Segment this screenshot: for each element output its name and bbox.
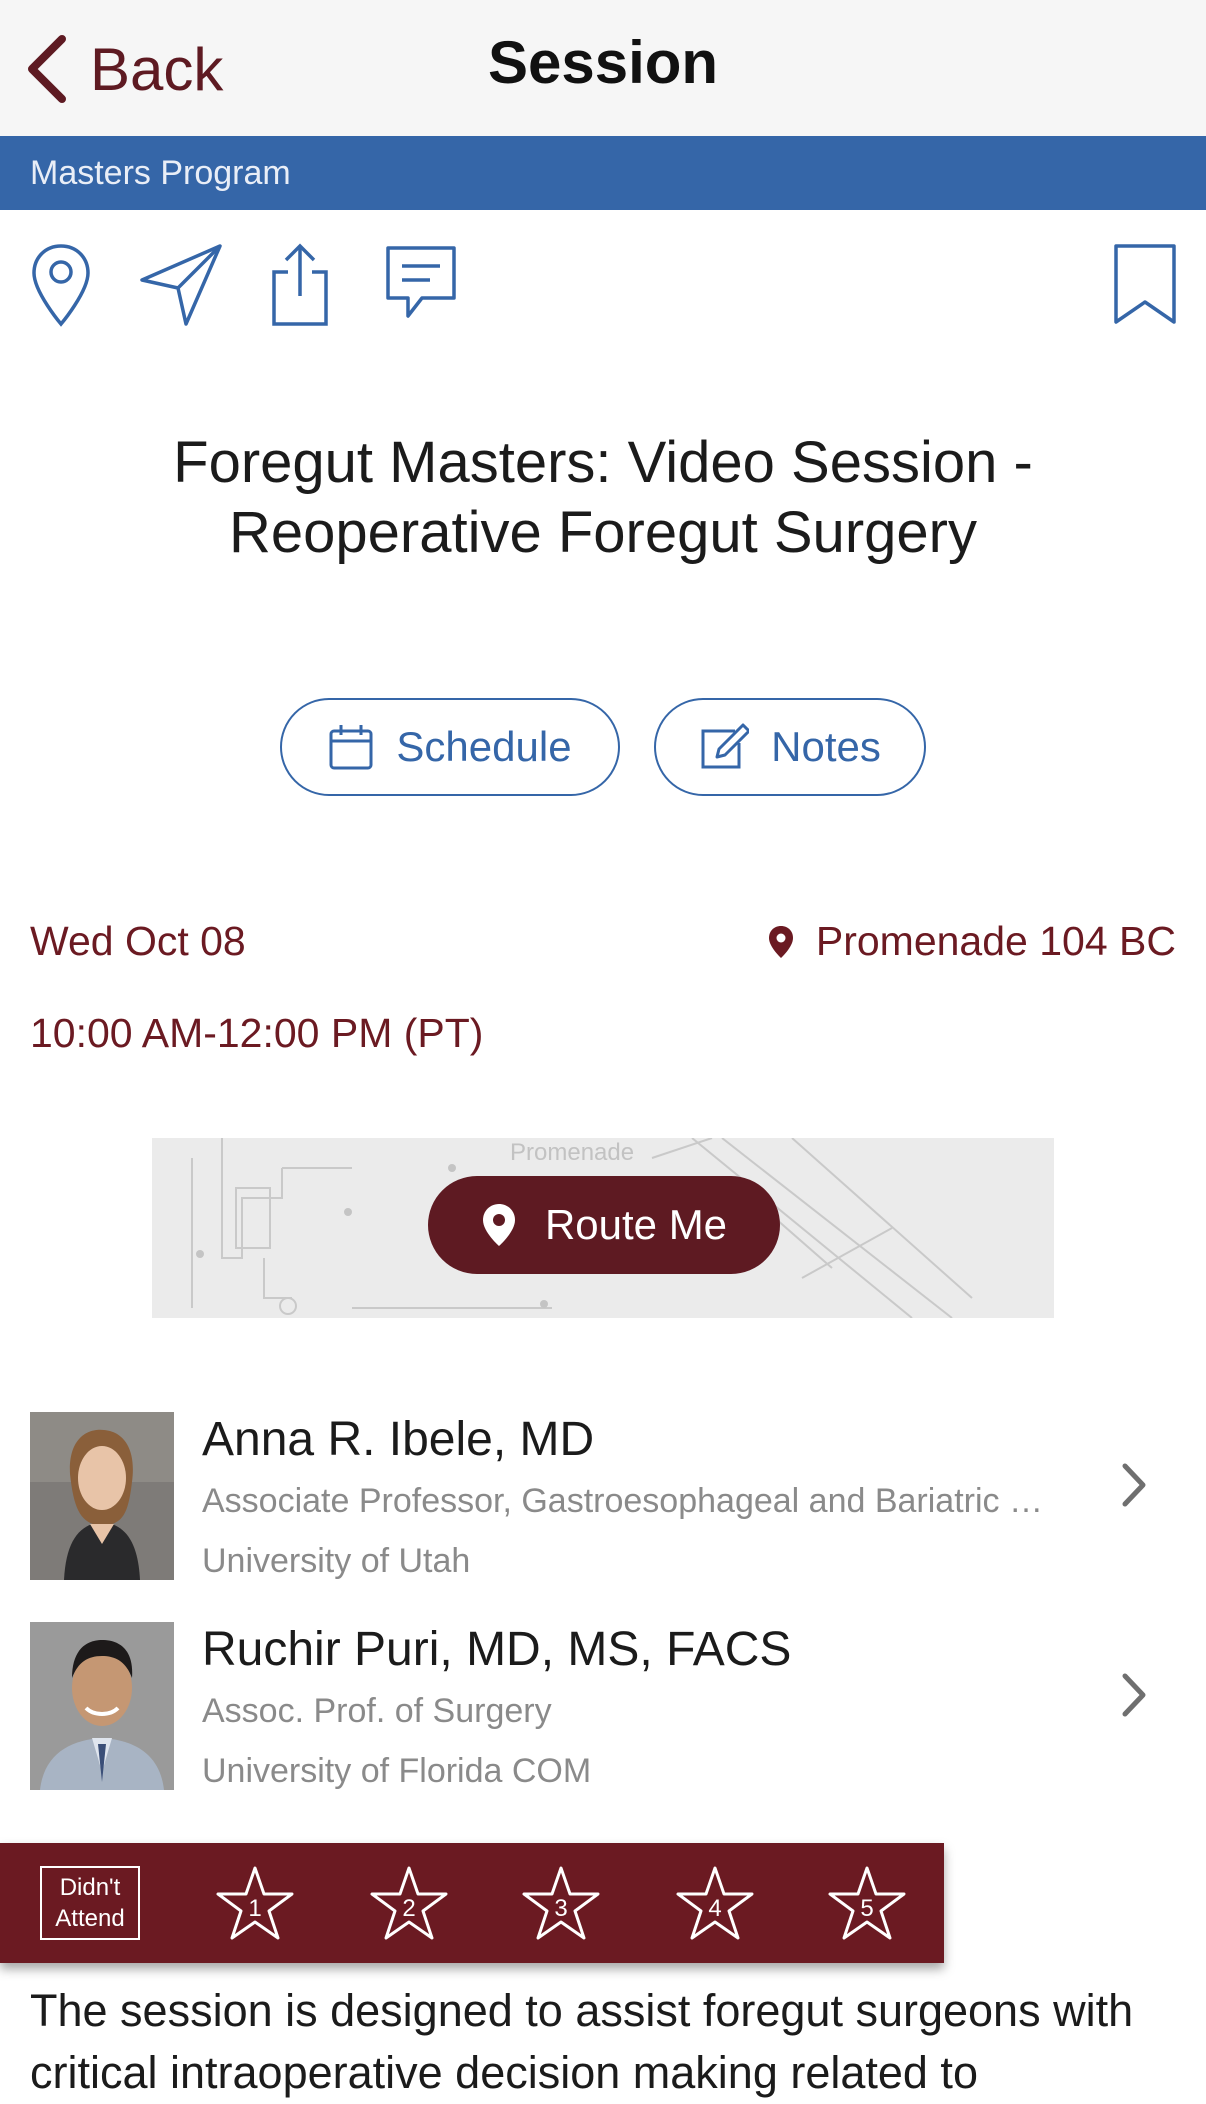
- rating-star-2[interactable]: 2: [368, 1864, 450, 1949]
- star-number: 2: [402, 1895, 415, 1922]
- rating-star-4[interactable]: 4: [674, 1864, 756, 1949]
- schedule-button[interactable]: Schedule: [280, 698, 620, 796]
- session-date: Wed Oct 08: [30, 918, 246, 964]
- star-number: 4: [708, 1895, 721, 1922]
- speaker-photo: [30, 1412, 174, 1580]
- speaker-photo: [30, 1622, 174, 1790]
- chevron-right-icon: [1122, 1463, 1146, 1507]
- schedule-label: Schedule: [396, 723, 572, 770]
- navigate-icon[interactable]: [138, 242, 224, 333]
- edit-icon: [701, 723, 750, 769]
- didnt-attend-button[interactable]: Didn't Attend: [40, 1866, 140, 1940]
- session-description: The session is designed to assist foregu…: [30, 1985, 1134, 2098]
- rating-star-3[interactable]: 3: [520, 1864, 602, 1949]
- rating-bar: [0, 1843, 944, 1963]
- speaker-role: Associate Professor, Gastroesophageal an…: [202, 1482, 1058, 1520]
- route-me-button[interactable]: Route Me: [428, 1176, 780, 1274]
- speaker-organization: University of Utah: [202, 1542, 471, 1580]
- session-title: Foregut Masters: Video Session - Reopera…: [173, 430, 1033, 565]
- notes-label: Notes: [771, 723, 881, 770]
- location-pin-icon: [482, 1204, 515, 1246]
- session-location[interactable]: Promenade 104 BC: [768, 918, 1176, 965]
- rating-star-5[interactable]: 5: [826, 1864, 908, 1949]
- rating-star-1[interactable]: 1: [214, 1864, 296, 1949]
- page-title: Session: [487, 29, 719, 96]
- bookmark-icon[interactable]: [1112, 242, 1178, 331]
- track-banner: Masters Program: [0, 136, 1206, 210]
- star-number: 5: [860, 1895, 873, 1922]
- location-pin-icon: [768, 925, 793, 958]
- chevron-right-icon: [1122, 1673, 1146, 1717]
- speaker-row[interactable]: Anna R. Ibele, MD Associate Professor, G…: [0, 1412, 1206, 1602]
- calendar-icon: [329, 725, 373, 770]
- star-number: 3: [554, 1895, 567, 1922]
- notes-button[interactable]: Notes: [654, 698, 926, 796]
- speaker-name: Ruchir Puri, MD, MS, FACS: [202, 1623, 792, 1676]
- speaker-role: Assoc. Prof. of Surgery: [202, 1692, 552, 1730]
- star-number: 1: [248, 1895, 261, 1922]
- map-pin-icon[interactable]: [30, 242, 92, 333]
- speaker-row[interactable]: Ruchir Puri, MD, MS, FACS Assoc. Prof. o…: [0, 1622, 1206, 1812]
- speaker-name: Anna R. Ibele, MD: [202, 1413, 595, 1466]
- speaker-organization: University of Florida COM: [202, 1752, 592, 1790]
- map-label: Promenade: [510, 1139, 634, 1166]
- share-icon[interactable]: [268, 242, 332, 333]
- comment-icon[interactable]: [382, 242, 460, 327]
- route-me-label: Route Me: [544, 1201, 728, 1248]
- session-time: 10:00 AM-12:00 PM (PT): [30, 1010, 484, 1056]
- location-label: Promenade 104 BC: [815, 918, 1176, 964]
- track-label: Masters Program: [30, 154, 291, 192]
